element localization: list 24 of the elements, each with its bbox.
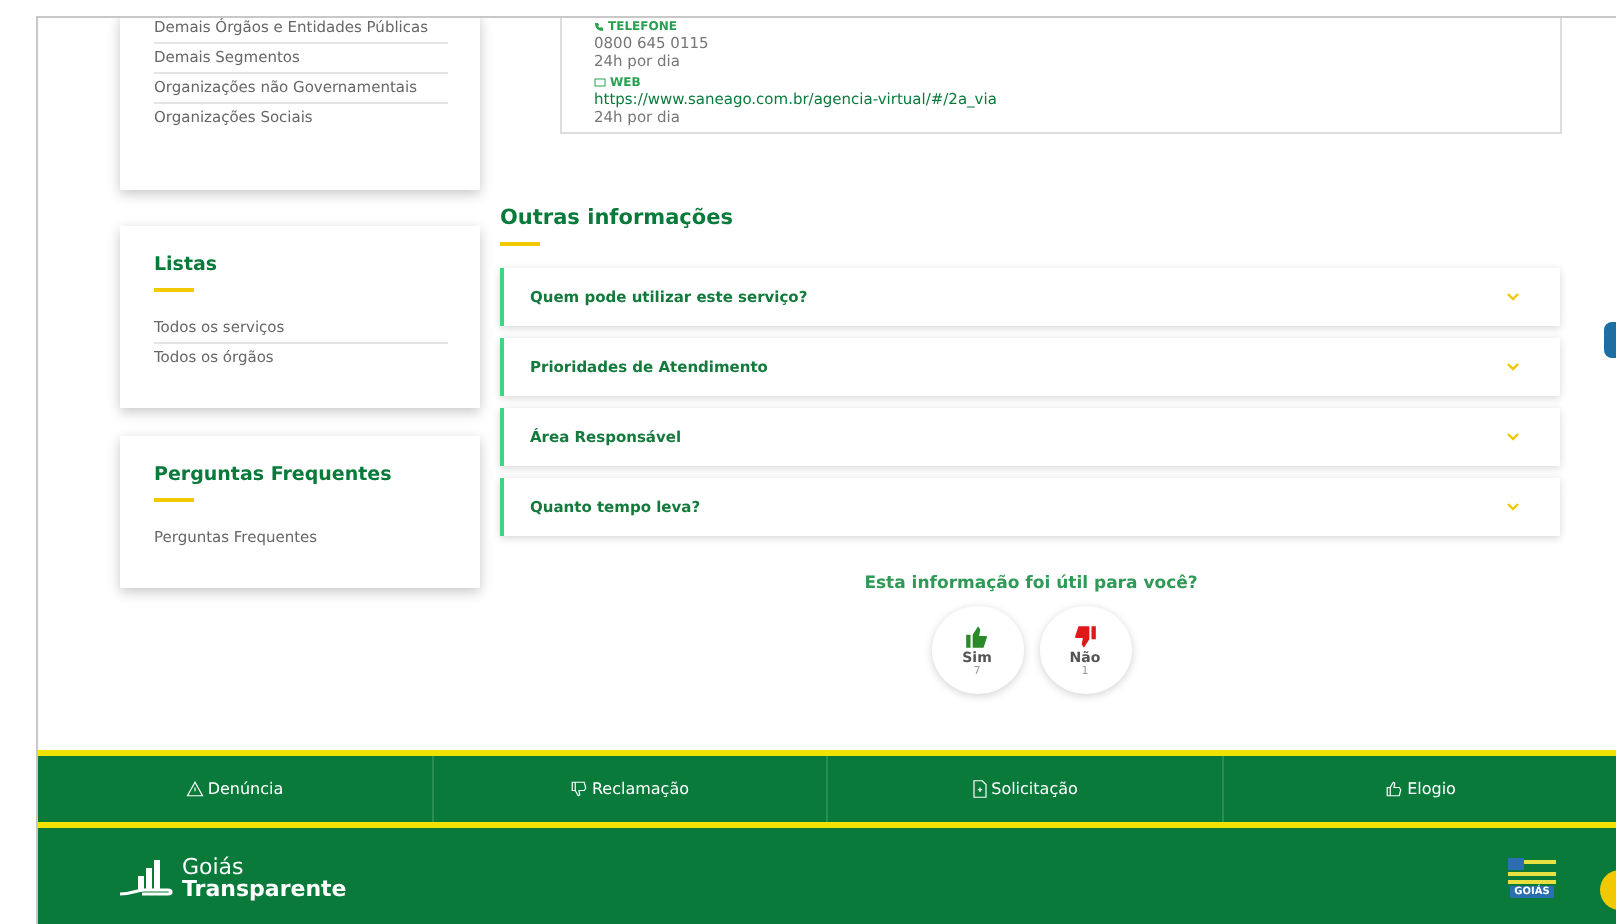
footer-tab[interactable]: Elogio <box>1223 756 1616 822</box>
thumbs-down-icon <box>1072 623 1098 649</box>
brand-name: Transparente <box>182 877 347 899</box>
feedback-question: Esta informação foi útil para você? <box>862 574 1200 594</box>
footer-tab[interactable]: Reclamação <box>433 756 828 822</box>
chevron-down-icon <box>1506 432 1520 442</box>
chevron-down-icon <box>1506 502 1520 512</box>
card-title: Perguntas Frequentes <box>154 464 394 486</box>
phone-icon <box>594 22 604 32</box>
section-title: Outras informações <box>500 206 735 230</box>
document-icon <box>971 780 988 798</box>
flag-stripes-icon <box>1508 857 1556 885</box>
thumbs-down-icon <box>569 780 588 798</box>
warning-icon <box>185 780 204 798</box>
thumbs-up-icon <box>964 623 990 649</box>
chevron-down-icon <box>1506 292 1520 302</box>
chart-hand-icon <box>118 857 174 897</box>
footer-tab[interactable]: Denúncia <box>38 756 433 822</box>
card-title: Listas <box>154 254 220 276</box>
thumbs-up-icon <box>1383 780 1404 798</box>
chevron-down-icon <box>1506 362 1520 372</box>
monitor-icon <box>594 78 606 88</box>
footer-tab[interactable]: Solicitação <box>828 756 1223 822</box>
brand-name: Goiás <box>182 855 246 877</box>
